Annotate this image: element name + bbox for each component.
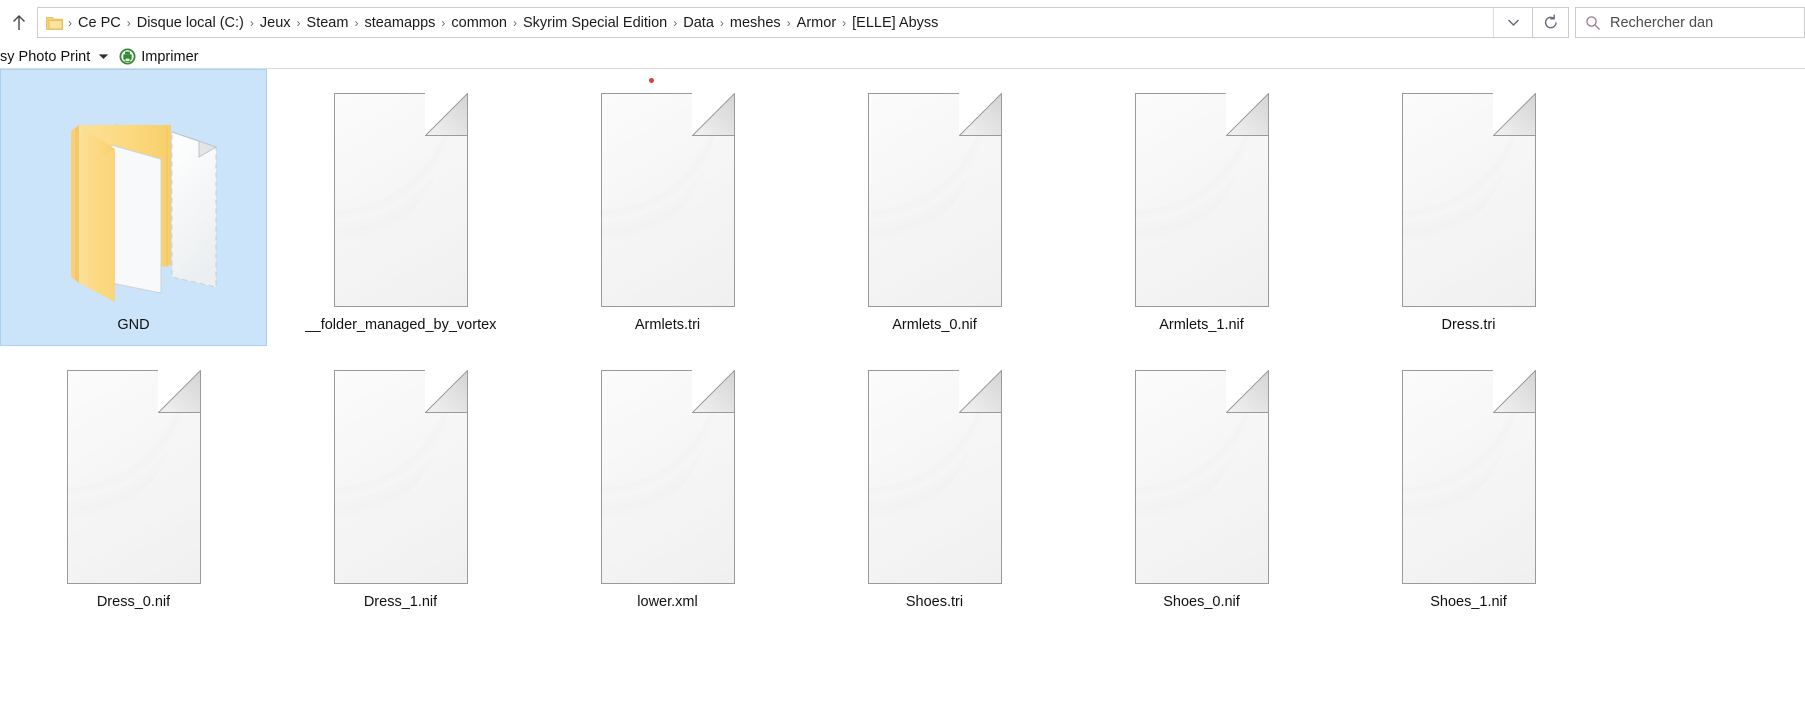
file-tile[interactable]: lower.xml [534,346,801,623]
search-placeholder: Rechercher dan [1610,14,1714,31]
file-fold-icon [424,369,468,413]
file-icon-wrap [851,91,1018,308]
generic-file-icon [599,91,736,307]
file-tile[interactable]: Shoes.tri [801,346,1068,623]
easy-photo-print-menu[interactable]: sy Photo Print [0,46,111,68]
imprimer-label: Imprimer [141,48,199,65]
file-tile[interactable]: Armlets.tri [534,69,801,346]
address-bar: › Ce PC › Disque local (C:) › Jeux › Ste… [0,0,1805,45]
breadcrumb-item-8[interactable]: meshes [725,12,786,34]
file-icon-wrap [584,91,751,308]
search-input[interactable]: Rechercher dan [1575,7,1805,38]
file-tile[interactable]: Armlets_0.nif [801,69,1068,346]
file-tile[interactable]: Shoes_1.nif [1335,346,1602,623]
file-fold-icon [1225,92,1269,136]
search-icon [1576,15,1610,31]
file-tile[interactable]: Dress.tri [1335,69,1602,346]
file-name-label: Shoes_1.nif [1430,594,1507,610]
generic-file-icon [1133,91,1270,307]
file-name-label: lower.xml [637,594,698,610]
imprimer-button[interactable]: Imprimer [111,46,198,68]
file-list-view[interactable]: GND __folder_managed_by_vortex Armlets.tri… [0,69,1805,709]
generic-file-icon [332,368,469,584]
file-icon-wrap [851,368,1018,585]
file-tile[interactable]: __folder_managed_by_vortex [267,69,534,346]
address-input[interactable]: › Ce PC › Disque local (C:) › Jeux › Ste… [37,7,1533,38]
generic-file-icon [866,91,1003,307]
file-name-label: Shoes_0.nif [1163,594,1240,610]
file-fold-icon [1492,369,1536,413]
generic-file-icon [65,368,202,584]
file-tile-selected[interactable]: GND [0,69,267,346]
file-name-label: __folder_managed_by_vortex [304,317,497,333]
file-name-label: Dress_0.nif [96,594,171,610]
file-icon-wrap [584,368,751,585]
file-icon-wrap [1118,91,1285,308]
generic-file-icon [1400,368,1537,584]
breadcrumb-item-3[interactable]: Steam [302,12,354,34]
breadcrumb: › Ce PC › Disque local (C:) › Jeux › Ste… [65,12,1493,34]
generic-file-icon [332,91,469,307]
generic-file-icon [599,368,736,584]
file-fold-icon [1492,92,1536,136]
file-icon-wrap [1385,368,1552,585]
open-folder-icon [39,97,229,302]
breadcrumb-item-10[interactable]: [ELLE] Abyss [847,12,943,34]
breadcrumb-item-1[interactable]: Disque local (C:) [132,12,249,34]
breadcrumb-item-0[interactable]: Ce PC [73,12,126,34]
file-icon-wrap [317,91,484,308]
file-name-label: Armlets.tri [634,317,701,333]
file-fold-icon [691,92,735,136]
file-icon-wrap [317,368,484,585]
easy-photo-print-label: sy Photo Print [0,48,91,65]
file-fold-icon [157,369,201,413]
breadcrumb-item-7[interactable]: Data [678,12,719,34]
file-icon-wrap [50,368,217,585]
breadcrumb-item-2[interactable]: Jeux [255,12,296,34]
toolbar: sy Photo Print Imprimer [0,45,1805,69]
file-grid: GND __folder_managed_by_vortex Armlets.tri… [0,69,1805,623]
file-fold-icon [958,369,1002,413]
file-fold-icon [424,92,468,136]
file-fold-icon [958,92,1002,136]
file-icon-wrap [50,91,217,308]
file-fold-icon [1225,369,1269,413]
file-name-label: Armlets_1.nif [1159,317,1244,333]
file-tile[interactable]: Dress_1.nif [267,346,534,623]
breadcrumb-item-9[interactable]: Armor [792,12,841,34]
file-fold-icon [691,369,735,413]
generic-file-icon [1400,91,1537,307]
printer-icon [119,48,136,65]
breadcrumb-item-4[interactable]: steamapps [359,12,440,34]
file-name-label: GND [117,317,150,333]
breadcrumb-item-5[interactable]: common [446,12,512,34]
generic-file-icon [1133,368,1270,584]
file-icon-wrap [1118,368,1285,585]
refresh-icon[interactable] [1533,7,1569,38]
arrow-up-icon[interactable] [2,7,36,39]
file-name-label: Dress_1.nif [363,594,438,610]
caret-down-icon[interactable] [98,53,109,60]
file-name-label: Dress.tri [1441,317,1496,333]
folder-icon [46,16,63,30]
breadcrumb-item-6[interactable]: Skyrim Special Edition [518,12,672,34]
file-tile[interactable]: Armlets_1.nif [1068,69,1335,346]
file-icon-wrap [1385,91,1552,308]
file-tile[interactable]: Dress_0.nif [0,346,267,623]
file-name-label: Shoes.tri [905,594,964,610]
chevron-down-icon[interactable] [1493,8,1532,37]
generic-file-icon [866,368,1003,584]
file-name-label: Armlets_0.nif [892,317,977,333]
file-tile[interactable]: Shoes_0.nif [1068,346,1335,623]
